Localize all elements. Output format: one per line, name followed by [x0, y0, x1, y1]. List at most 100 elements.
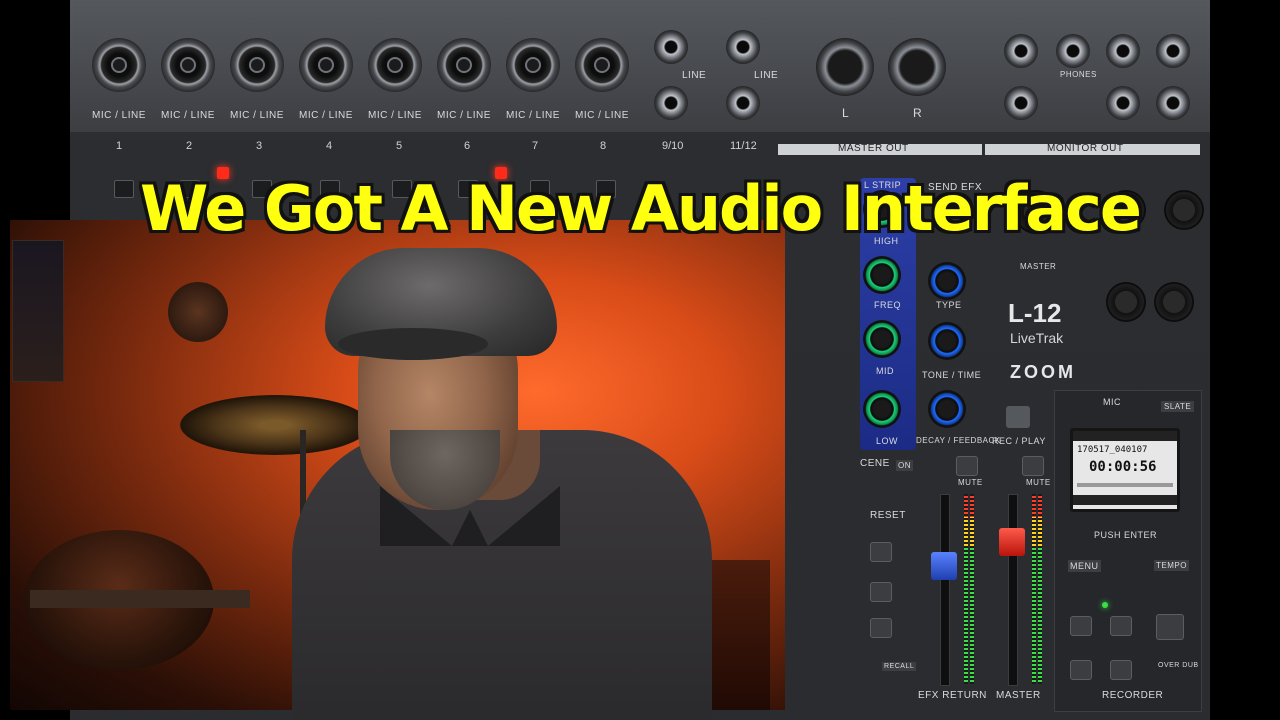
- play-button: [1110, 616, 1132, 636]
- reset-label: RESET: [870, 510, 906, 521]
- scene-button-3: [870, 618, 892, 638]
- rear-panel: MIC / LINE MIC / LINE MIC / LINE MIC / L…: [70, 0, 1210, 132]
- combo-jack-3: [230, 38, 284, 92]
- fast-forward-button: [1110, 660, 1132, 680]
- wall-poster: [12, 240, 64, 382]
- line-label-1: LINE: [682, 70, 707, 81]
- phones-jack-b: [1106, 34, 1140, 68]
- screen-folder: 170517_040107: [1077, 445, 1148, 455]
- eq-mid-knob: [863, 320, 901, 358]
- efx-level-meter: [970, 494, 974, 684]
- rec-play-button: [1006, 406, 1030, 428]
- eq-freq-label: FREQ: [874, 300, 902, 310]
- eq-freq-knob: [863, 256, 901, 294]
- phones-jack-e: [1156, 86, 1190, 120]
- efx-return-fader: [931, 552, 957, 580]
- master-fader-track: [1008, 494, 1018, 686]
- channel-number-5: 5: [396, 140, 403, 152]
- screen-status-bar: [1073, 431, 1177, 441]
- master-fader: [999, 528, 1025, 556]
- mic-line-label-2: MIC / LINE: [161, 110, 215, 121]
- combo-jack-6: [437, 38, 491, 92]
- efx-level-meter: [964, 494, 968, 684]
- efx-type-knob: [928, 262, 966, 300]
- phones-jack-c: [1106, 86, 1140, 120]
- channel-number-2: 2: [186, 140, 193, 152]
- channel-number-8: 8: [600, 140, 607, 152]
- combo-jack-4: [299, 38, 353, 92]
- mic-label: MIC: [1103, 397, 1121, 407]
- efx-decay-label: DECAY / FEEDBACK: [916, 436, 1001, 445]
- channel-number-6: 6: [464, 140, 471, 152]
- recorder-screen: 170517_040107 00:00:56: [1070, 428, 1180, 512]
- line-jack-10: [654, 86, 688, 120]
- mic-line-label-5: MIC / LINE: [368, 110, 422, 121]
- rewind-button: [1070, 660, 1092, 680]
- slate-button: SLATE: [1161, 401, 1195, 412]
- mic-line-label-7: MIC / LINE: [506, 110, 560, 121]
- mic-line-label-3: MIC / LINE: [230, 110, 284, 121]
- xlr-label-l: L: [842, 106, 850, 120]
- efx-mute-label: MUTE: [958, 478, 983, 487]
- monitor-jack-l: [1004, 34, 1038, 68]
- mic-line-label-4: MIC / LINE: [299, 110, 353, 121]
- monitor-out-bar: MONITOR OUT: [985, 143, 1200, 155]
- line-jack-12: [726, 86, 760, 120]
- stop-button: [1070, 616, 1092, 636]
- master-out-label: MASTER OUT: [838, 143, 909, 154]
- model-subtitle: LiveTrak: [1010, 330, 1064, 346]
- master-section-label: MASTER: [996, 690, 1041, 701]
- master-level-meter: [1032, 494, 1036, 684]
- master-out-xlr-right: [888, 38, 946, 96]
- channel-number-9-10: 9/10: [662, 140, 684, 152]
- efx-fader-track: [940, 494, 950, 686]
- mic-line-label-1: MIC / LINE: [92, 110, 146, 121]
- record-button: [1156, 614, 1184, 640]
- phones-label: PHONES: [1060, 70, 1097, 79]
- master-mute-label: MUTE: [1026, 478, 1051, 487]
- channel-number-7: 7: [532, 140, 539, 152]
- combo-jack-2: [161, 38, 215, 92]
- efx-return-label: EFX RETURN: [918, 690, 987, 701]
- drum-rack: [30, 590, 250, 608]
- monitor-e-knob: [1154, 282, 1194, 322]
- efx-tone-label: TONE / TIME: [922, 370, 982, 380]
- master-label: MASTER: [1020, 262, 1057, 271]
- monitor-out-label: MONITOR OUT: [1047, 143, 1124, 154]
- channel-number-3: 3: [256, 140, 263, 152]
- channel-number-11-12: 11/12: [730, 140, 757, 152]
- channel-number-4: 4: [326, 140, 333, 152]
- scene-button-1: [870, 542, 892, 562]
- eq-low-knob: [863, 390, 901, 428]
- brand-logo: ZOOM: [1010, 362, 1076, 382]
- efx-tone-knob: [928, 322, 966, 360]
- drum-cymbal: [180, 395, 370, 455]
- thumbnail: MIC / LINE MIC / LINE MIC / LINE MIC / L…: [0, 0, 1280, 720]
- over-dub-label: OVER DUB: [1158, 662, 1199, 669]
- efx-decay-knob: [928, 390, 966, 428]
- phones-jack-d: [1156, 34, 1190, 68]
- eq-low-label: LOW: [876, 436, 899, 446]
- monitor-jack-r: [1004, 86, 1038, 120]
- headline-text: We Got A New Audio Interface: [140, 172, 1142, 245]
- rec-play-label: REC / PLAY: [992, 436, 1046, 446]
- scene-label: CENE: [860, 458, 890, 469]
- screen-time: 00:00:56: [1089, 459, 1157, 475]
- push-enter-label: PUSH ENTER: [1094, 530, 1158, 540]
- mic-line-label-8: MIC / LINE: [575, 110, 629, 121]
- xlr-label-r: R: [913, 106, 923, 120]
- wall-hat: [168, 282, 228, 342]
- combo-jack-7: [506, 38, 560, 92]
- screen-progress: [1077, 483, 1173, 487]
- green-led-indicator: [1102, 602, 1108, 608]
- line-jack-9: [654, 30, 688, 64]
- scene-on-button: ON: [896, 460, 913, 471]
- phones-jack-a: [1056, 34, 1090, 68]
- master-level-meter: [1038, 494, 1042, 684]
- master-out-xlr-left: [816, 38, 874, 96]
- master-mute-button: [1022, 456, 1044, 476]
- master-out-bar: MASTER OUT: [778, 143, 982, 155]
- menu-button: MENU: [1068, 560, 1101, 572]
- combo-jack-5: [368, 38, 422, 92]
- combo-jack-1: [92, 38, 146, 92]
